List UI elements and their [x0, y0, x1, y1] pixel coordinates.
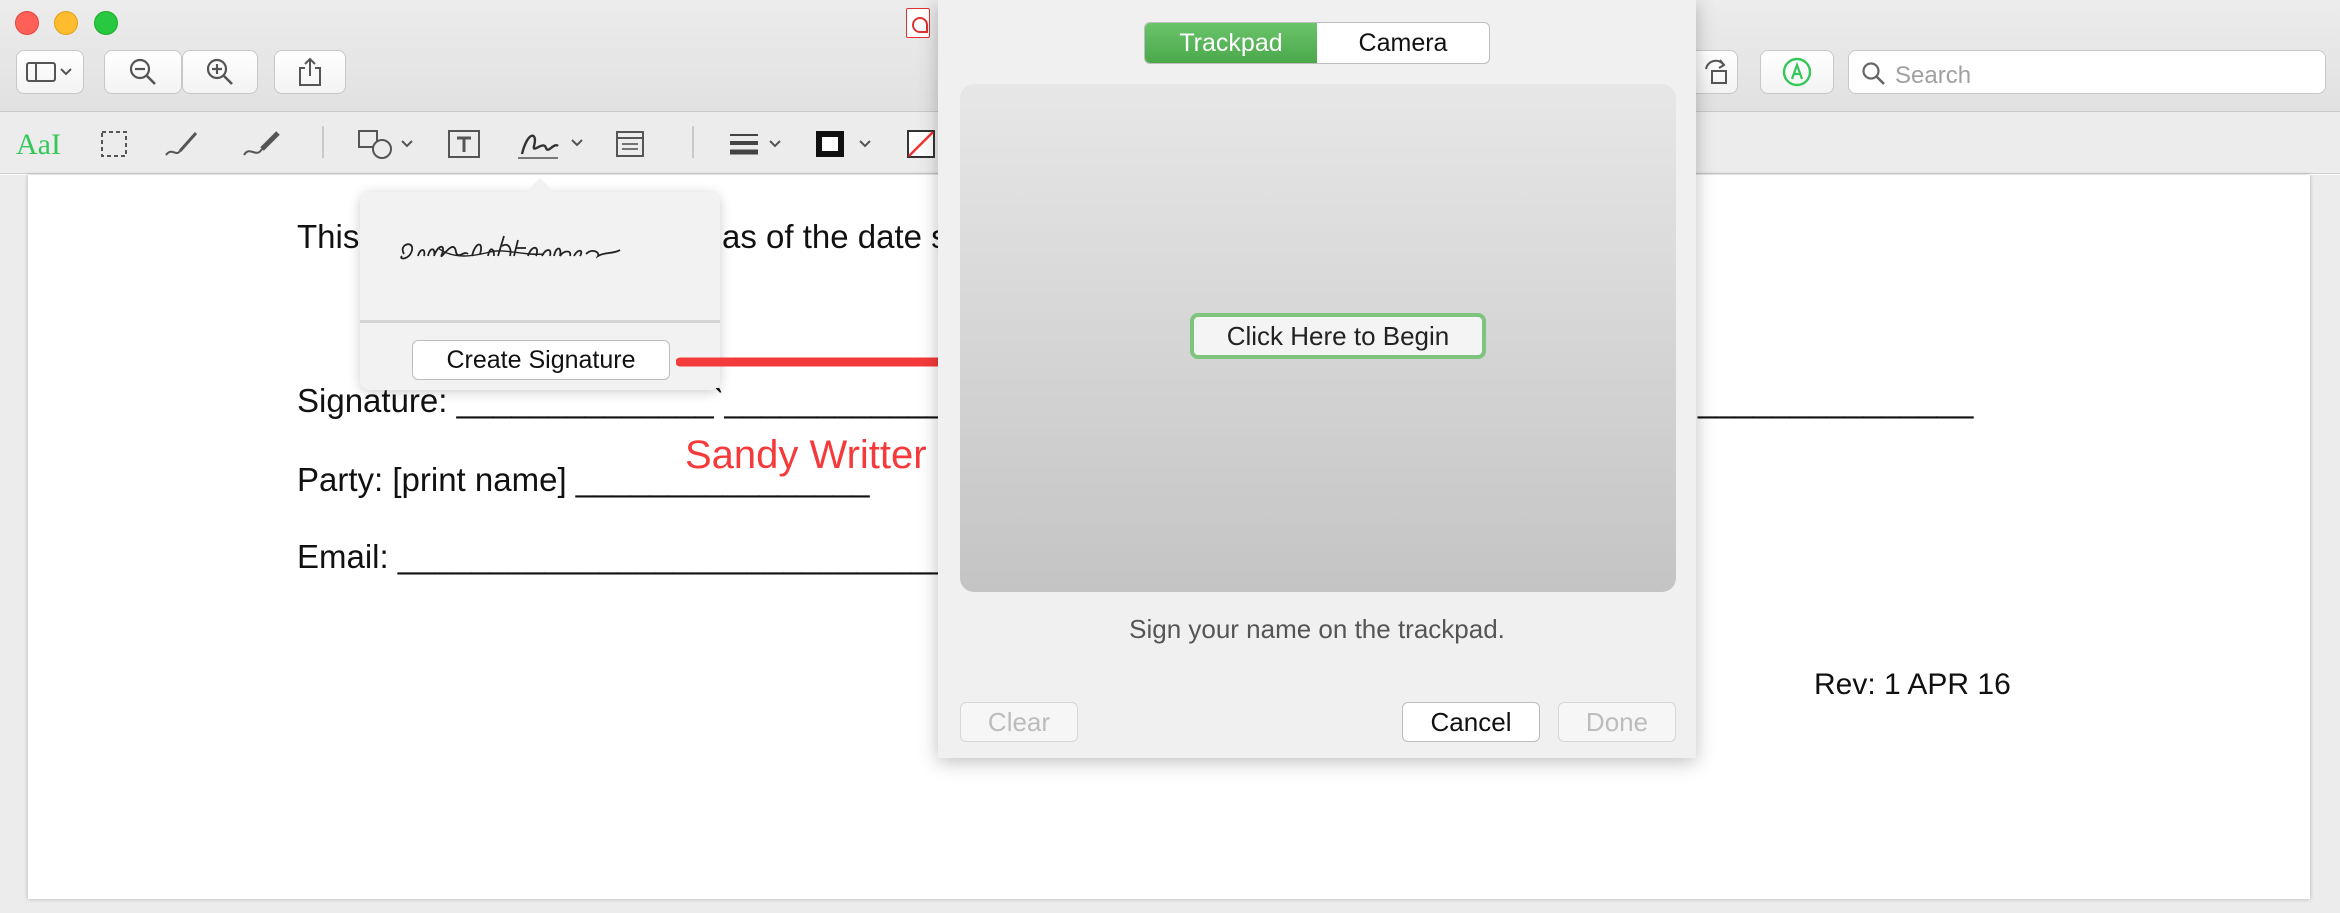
search-icon — [1862, 62, 1885, 85]
rect-selection-icon — [101, 131, 127, 157]
clear-button[interactable]: Clear — [960, 702, 1078, 742]
share-button[interactable] — [274, 50, 346, 94]
done-button[interactable]: Done — [1558, 702, 1676, 742]
minimize-window-button[interactable] — [54, 11, 78, 35]
zoom-out-icon — [129, 58, 156, 85]
markup-pen-icon — [1782, 57, 1812, 87]
text-box-tool[interactable] — [444, 122, 484, 166]
zoom-in-button[interactable] — [182, 50, 258, 94]
rectangular-selection-tool[interactable] — [94, 122, 134, 166]
toolbar-separator — [322, 126, 324, 158]
preview-window: Search AaI This as of the date s Signatu… — [0, 0, 2340, 913]
revision-text: Rev: 1 APR 16 — [1814, 668, 2011, 701]
rotate-icon — [1704, 59, 1727, 84]
close-window-button[interactable] — [15, 11, 39, 35]
shapes-tool[interactable] — [356, 122, 420, 166]
intro-text: This — [297, 218, 360, 255]
note-icon — [616, 131, 644, 157]
share-icon — [299, 57, 321, 86]
markup-toolbar-button[interactable] — [1760, 50, 1834, 94]
draw-pen-icon — [243, 131, 280, 156]
sidebar-toggle-button[interactable] — [16, 50, 84, 94]
pdf-document-icon — [906, 8, 930, 38]
signature-tool[interactable] — [514, 122, 590, 166]
fill-color-tool[interactable] — [906, 122, 936, 166]
signature-line-right: _______________ — [1698, 382, 1974, 419]
sketch-tool[interactable] — [160, 122, 204, 166]
intro-text-continued: as of the date s — [722, 218, 948, 255]
rotate-button[interactable] — [1696, 50, 1738, 94]
signature-icon — [518, 134, 583, 159]
line-style-icon — [730, 134, 781, 155]
annotation-name-text: Sandy Writter — [685, 433, 927, 477]
border-color-tool[interactable] — [814, 122, 878, 166]
note-tool[interactable] — [612, 122, 648, 166]
sidebar-icon — [26, 62, 72, 82]
saved-signature[interactable] — [394, 226, 694, 286]
sketch-pen-icon — [165, 132, 198, 156]
text-box-icon — [448, 130, 480, 158]
zoom-in-icon — [206, 58, 233, 85]
search-placeholder: Search — [1895, 62, 1972, 89]
zoom-window-button[interactable] — [94, 11, 118, 35]
trackpad-signing-area[interactable]: Click Here to Begin — [960, 84, 1676, 592]
line-style-tool[interactable] — [728, 122, 788, 166]
toolbar-separator — [692, 126, 694, 158]
click-to-begin-button[interactable]: Click Here to Begin — [1190, 313, 1486, 359]
draw-tool[interactable] — [238, 122, 286, 166]
create-signature-button[interactable]: Create Signature — [412, 340, 670, 380]
signature-popover: Create Signature — [360, 178, 720, 390]
tab-trackpad[interactable]: Trackpad — [1145, 23, 1317, 63]
cancel-button[interactable]: Cancel — [1402, 702, 1540, 742]
signing-hint: Sign your name on the trackpad. — [1129, 614, 1505, 644]
popover-divider — [360, 320, 720, 323]
shapes-icon — [358, 130, 413, 159]
zoom-out-button[interactable] — [104, 50, 182, 94]
text-style-tool[interactable]: AaI — [16, 128, 61, 162]
handwritten-signature-image — [400, 235, 621, 260]
border-color-icon — [816, 131, 871, 157]
fill-color-icon — [907, 130, 935, 158]
search-field[interactable]: Search — [1848, 50, 2326, 94]
signature-capture-panel: Trackpad Camera Click Here to Begin Sign… — [938, 0, 1696, 758]
email-line: Email: ______________________________ — [297, 538, 949, 575]
capture-mode-segmented-control: Trackpad Camera — [1144, 22, 1490, 64]
tab-camera[interactable]: Camera — [1317, 23, 1489, 63]
